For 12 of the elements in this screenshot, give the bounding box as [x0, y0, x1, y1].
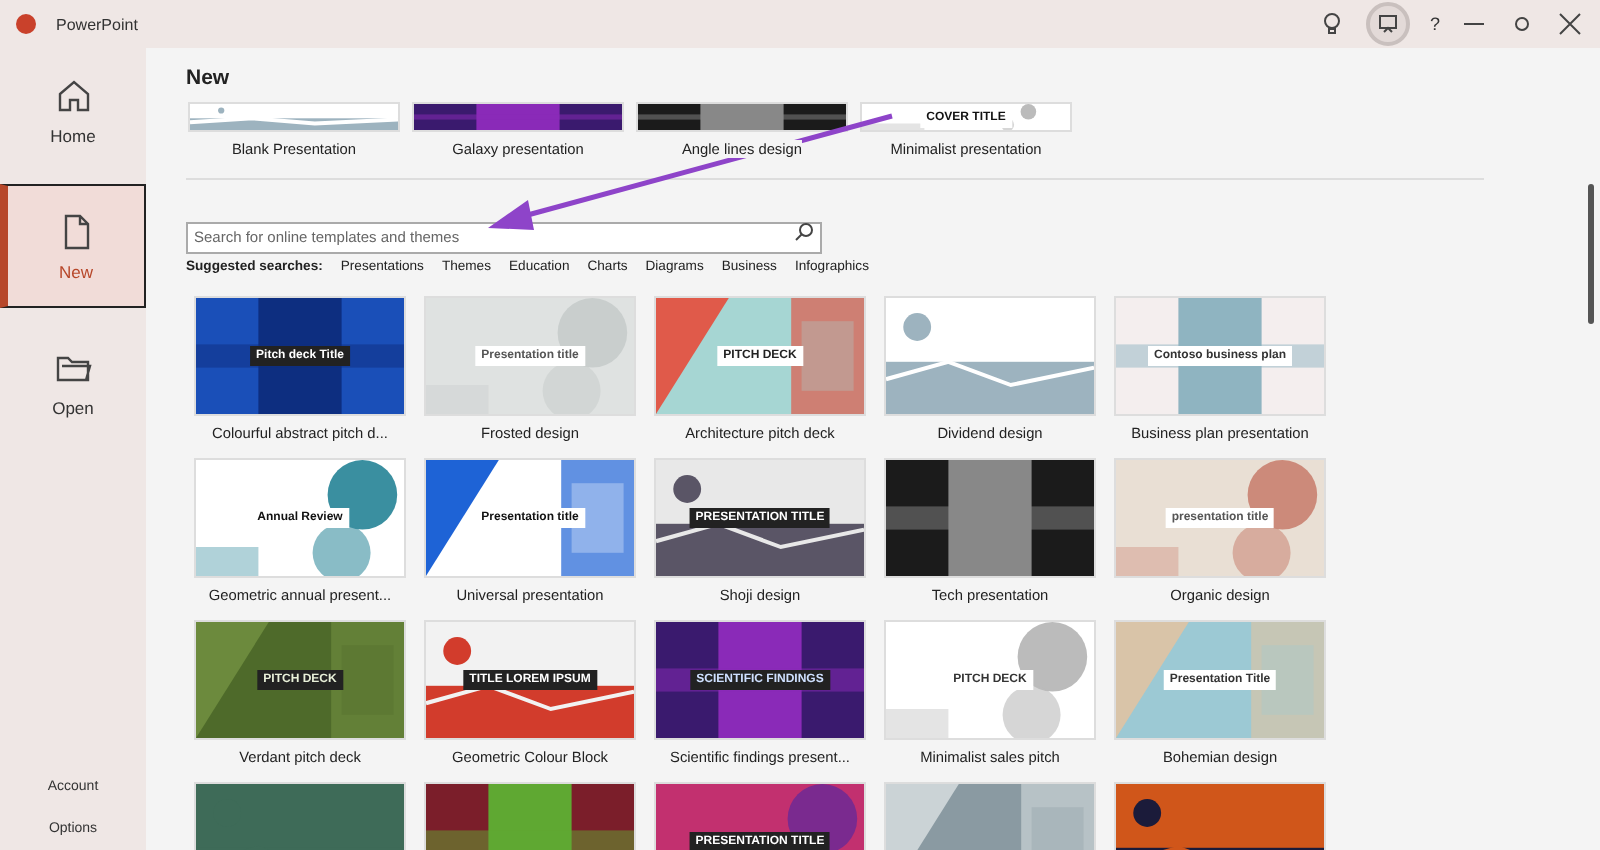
app-logo-icon — [16, 14, 36, 34]
sidebar-item[interactable]: Open — [0, 320, 146, 444]
search-icon[interactable] — [794, 222, 814, 242]
page-heading: New — [186, 66, 232, 90]
sidebar-item[interactable]: Home — [0, 48, 146, 172]
home-icon — [53, 75, 93, 115]
help-button[interactable]: ? — [1429, 14, 1440, 34]
close-icon[interactable] — [1556, 12, 1584, 36]
scrollbar-thumb[interactable] — [1588, 184, 1594, 324]
presenter-icon[interactable] — [1365, 2, 1410, 46]
sidebar-item[interactable]: New — [0, 184, 146, 308]
window-title: PowerPoint — [56, 15, 138, 33]
